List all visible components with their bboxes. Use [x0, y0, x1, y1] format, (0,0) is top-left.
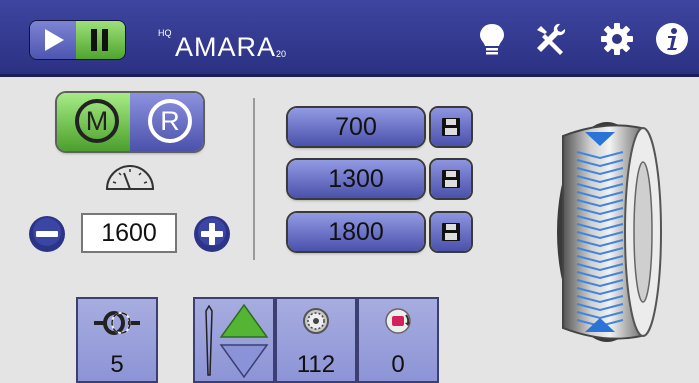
- spool-count: 0: [391, 351, 405, 378]
- gear-icon[interactable]: [600, 22, 634, 56]
- tie-off-count: 5: [110, 351, 124, 378]
- info-icon[interactable]: [655, 22, 689, 56]
- save-icon: [442, 223, 460, 241]
- save-icon: [442, 170, 460, 188]
- play-icon: [45, 29, 64, 51]
- logo-text: AMARA: [175, 32, 277, 62]
- speed-scroll-wheel[interactable]: [555, 118, 665, 346]
- speed-preset-3-button[interactable]: 1800: [288, 213, 424, 251]
- speedometer-icon: [105, 165, 155, 190]
- regulated-mode-button[interactable]: R: [130, 93, 203, 151]
- save-preset-1-button[interactable]: [431, 108, 471, 146]
- needle-position-control[interactable]: [193, 297, 275, 383]
- speed-preset-1-button[interactable]: 700: [288, 108, 424, 146]
- pause-icon: [91, 29, 108, 51]
- knot-icon: [94, 311, 140, 335]
- spool-counter-button[interactable]: 0: [357, 297, 439, 383]
- speed-value-field[interactable]: 1600: [81, 213, 177, 253]
- save-icon: [442, 118, 460, 136]
- regulated-mode-label: R: [148, 99, 192, 143]
- decrease-speed-button[interactable]: [28, 215, 66, 253]
- pause-button[interactable]: [76, 21, 125, 59]
- needle-up-button[interactable]: [219, 303, 269, 339]
- bobbin-counter-button[interactable]: 112: [275, 297, 357, 383]
- bobbin-count: 112: [296, 351, 336, 378]
- save-preset-2-button[interactable]: [431, 160, 471, 198]
- logo-suffix: 20: [276, 49, 287, 59]
- manual-mode-label: M: [75, 99, 119, 143]
- needle-down-button[interactable]: [219, 343, 269, 379]
- speed-preset-2-button[interactable]: 1300: [288, 160, 424, 198]
- tools-icon[interactable]: [533, 22, 567, 56]
- needle-icon: [205, 305, 213, 376]
- spool-reset-icon: [385, 308, 411, 334]
- top-bar: HQ AMARA 20: [0, 0, 699, 77]
- logo-prefix: HQ: [158, 28, 172, 38]
- increase-speed-button[interactable]: [193, 215, 231, 253]
- bobbin-icon: [303, 308, 329, 334]
- save-preset-3-button[interactable]: [431, 213, 471, 251]
- play-pause-toggle[interactable]: [30, 21, 125, 59]
- mode-toggle[interactable]: M R: [57, 93, 203, 151]
- manual-mode-button[interactable]: M: [57, 93, 130, 151]
- tie-off-button[interactable]: 5: [76, 297, 158, 383]
- lightbulb-icon[interactable]: [475, 22, 509, 56]
- panel-divider: [253, 98, 255, 260]
- play-button[interactable]: [30, 21, 76, 59]
